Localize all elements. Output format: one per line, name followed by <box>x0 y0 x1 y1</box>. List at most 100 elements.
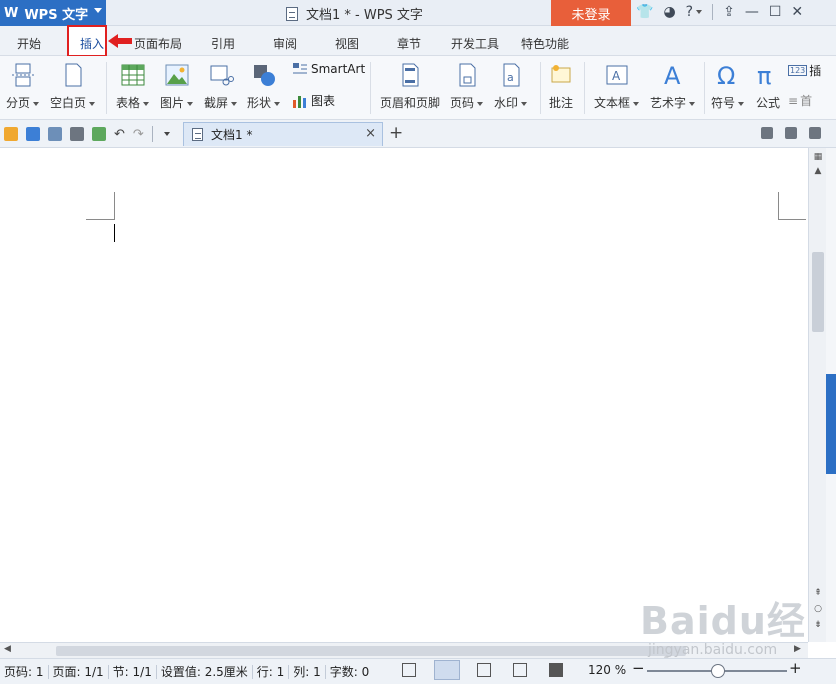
title-bar: W WPS 文字 文档1 * - WPS 文字 未登录 👕 ◕ ? ⇪ — ☐ … <box>0 0 836 26</box>
page-break-icon <box>11 63 34 87</box>
minimize-button[interactable]: — <box>745 4 759 20</box>
header-footer-button[interactable]: 页眉和页脚 <box>380 62 440 111</box>
close-button[interactable]: ✕ <box>791 4 803 20</box>
scroll-thumb[interactable] <box>56 646 686 656</box>
feedback-icon[interactable]: ◕ <box>663 4 675 20</box>
scroll-left-icon[interactable]: ◀ <box>4 644 11 654</box>
login-button[interactable]: 未登录 <box>551 0 631 26</box>
table-button[interactable]: 表格 <box>116 62 150 111</box>
open-icon[interactable] <box>4 127 18 141</box>
zoom-slider-handle[interactable] <box>711 664 725 678</box>
vertical-scrollbar[interactable]: ▦ ▲ ⇞ ○ ⇟ <box>808 148 826 642</box>
quick-access-toolbar: ↶ ↷ 文档1 * × + <box>0 120 836 148</box>
new-tab-button[interactable]: + <box>389 123 403 143</box>
smartart-button[interactable]: SmartArt <box>292 62 365 76</box>
textbox-button[interactable]: A 文本框 <box>594 62 640 111</box>
window-title: 文档1 * - WPS 文字 <box>286 4 423 23</box>
export-icon[interactable] <box>48 127 62 141</box>
tab-page-layout[interactable]: 页面布局 <box>134 35 182 52</box>
save-icon[interactable] <box>26 127 40 141</box>
status-words: 字数: 0 <box>329 664 370 679</box>
ribbon-insert: 分页 空白页 表格 图片 截屏 形状 SmartArt 图表 页眉和页脚 页码 … <box>0 56 836 120</box>
comment-button[interactable]: 批注 <box>548 62 574 111</box>
help-button[interactable]: ? <box>686 4 703 20</box>
read-mode-icon[interactable] <box>549 663 563 677</box>
redo-icon[interactable]: ↷ <box>133 127 144 142</box>
fullscreen-icon[interactable] <box>402 663 416 677</box>
tab-start[interactable]: 开始 <box>17 35 41 52</box>
tab-developer[interactable]: 开发工具 <box>451 35 499 52</box>
margin-mark <box>114 192 115 220</box>
chart-button[interactable]: 图表 <box>292 92 335 109</box>
picture-icon <box>165 64 188 86</box>
picture-button[interactable]: 图片 <box>160 62 194 111</box>
watermark-button[interactable]: a 水印 <box>494 62 528 111</box>
tab-view[interactable]: 视图 <box>335 35 359 52</box>
skin-icon[interactable]: 👕 <box>636 4 653 20</box>
page-number-button[interactable]: 页码 <box>450 62 484 111</box>
chart-icon <box>293 95 306 108</box>
status-section: 节: 1/1 <box>109 664 157 679</box>
tab-references[interactable]: 引用 <box>211 35 235 52</box>
tab-review[interactable]: 审阅 <box>273 35 297 52</box>
document-tab[interactable]: 文档1 * × <box>183 122 383 146</box>
red-arrow-icon <box>108 34 132 48</box>
svg-text:A: A <box>612 69 621 83</box>
svg-text:Ω: Ω <box>717 62 735 88</box>
divider <box>712 4 714 20</box>
tab-features[interactable]: 特色功能 <box>521 35 569 52</box>
pi-icon: π <box>757 62 771 88</box>
page-view-button[interactable] <box>434 660 460 680</box>
header-footer-icon <box>402 63 419 87</box>
shapes-button[interactable]: 形状 <box>247 62 281 111</box>
symbol-button[interactable]: Ω 符号 <box>711 62 745 111</box>
print-icon[interactable] <box>70 127 84 141</box>
page-number-icon <box>459 63 475 87</box>
page-break-button[interactable]: 分页 <box>6 62 40 111</box>
tab-insert-label[interactable]: 插入 <box>80 35 104 52</box>
insert-number-button[interactable]: 123 插 <box>788 62 821 79</box>
scroll-up-icon[interactable]: ▲ <box>812 166 824 176</box>
margin-mark <box>778 219 806 220</box>
app-name: WPS 文字 <box>24 7 89 23</box>
outline-view-icon[interactable] <box>477 663 491 677</box>
chevron-down-icon[interactable] <box>163 132 170 136</box>
wordart-icon: A <box>664 62 681 88</box>
document-icon <box>286 6 298 21</box>
blank-page-button[interactable]: 空白页 <box>50 62 96 111</box>
undo-icon[interactable]: ↶ <box>114 127 125 142</box>
document-icon <box>192 128 203 141</box>
document-canvas[interactable] <box>0 148 808 642</box>
scroll-split-icon[interactable]: ▦ <box>812 152 824 162</box>
wordart-button[interactable]: A 艺术字 <box>650 62 696 111</box>
watermark-url: jingyan.baidu.com <box>648 642 778 658</box>
formula-button[interactable]: π 公式 <box>755 62 781 111</box>
app-menu-button[interactable]: W WPS 文字 <box>0 0 106 26</box>
zoom-level[interactable]: 120 % <box>588 663 626 677</box>
drop-cap-button[interactable]: ≡ 首 <box>788 92 812 109</box>
side-panel-toggle[interactable] <box>826 374 836 474</box>
zoom-out-button[interactable]: − <box>632 659 645 677</box>
text-cursor <box>114 224 115 242</box>
margin-mark <box>86 219 114 220</box>
status-setting: 设置值: 2.5厘米 <box>157 664 253 679</box>
zoom-in-button[interactable]: + <box>789 659 802 677</box>
scroll-thumb[interactable] <box>812 252 824 332</box>
omega-icon: Ω <box>717 62 735 88</box>
web-view-icon[interactable] <box>513 663 527 677</box>
print-preview-icon[interactable] <box>92 127 106 141</box>
tab-section[interactable]: 章节 <box>397 35 421 52</box>
screenshot-button[interactable]: 截屏 <box>204 62 238 111</box>
scissors-icon <box>210 65 234 86</box>
upload-icon[interactable]: ⇪ <box>723 4 735 20</box>
settings-icon[interactable] <box>809 127 821 139</box>
layout-icon[interactable] <box>785 127 797 139</box>
maximize-button[interactable]: ☐ <box>769 4 782 20</box>
close-tab-button[interactable]: × <box>365 126 376 141</box>
status-page-code: 页码: 1 <box>0 664 49 679</box>
shapes-icon <box>253 65 275 86</box>
status-page: 页面: 1/1 <box>49 664 109 679</box>
view-icon[interactable] <box>761 127 773 139</box>
status-row: 行: 1 <box>253 664 290 679</box>
margin-mark <box>778 192 779 220</box>
